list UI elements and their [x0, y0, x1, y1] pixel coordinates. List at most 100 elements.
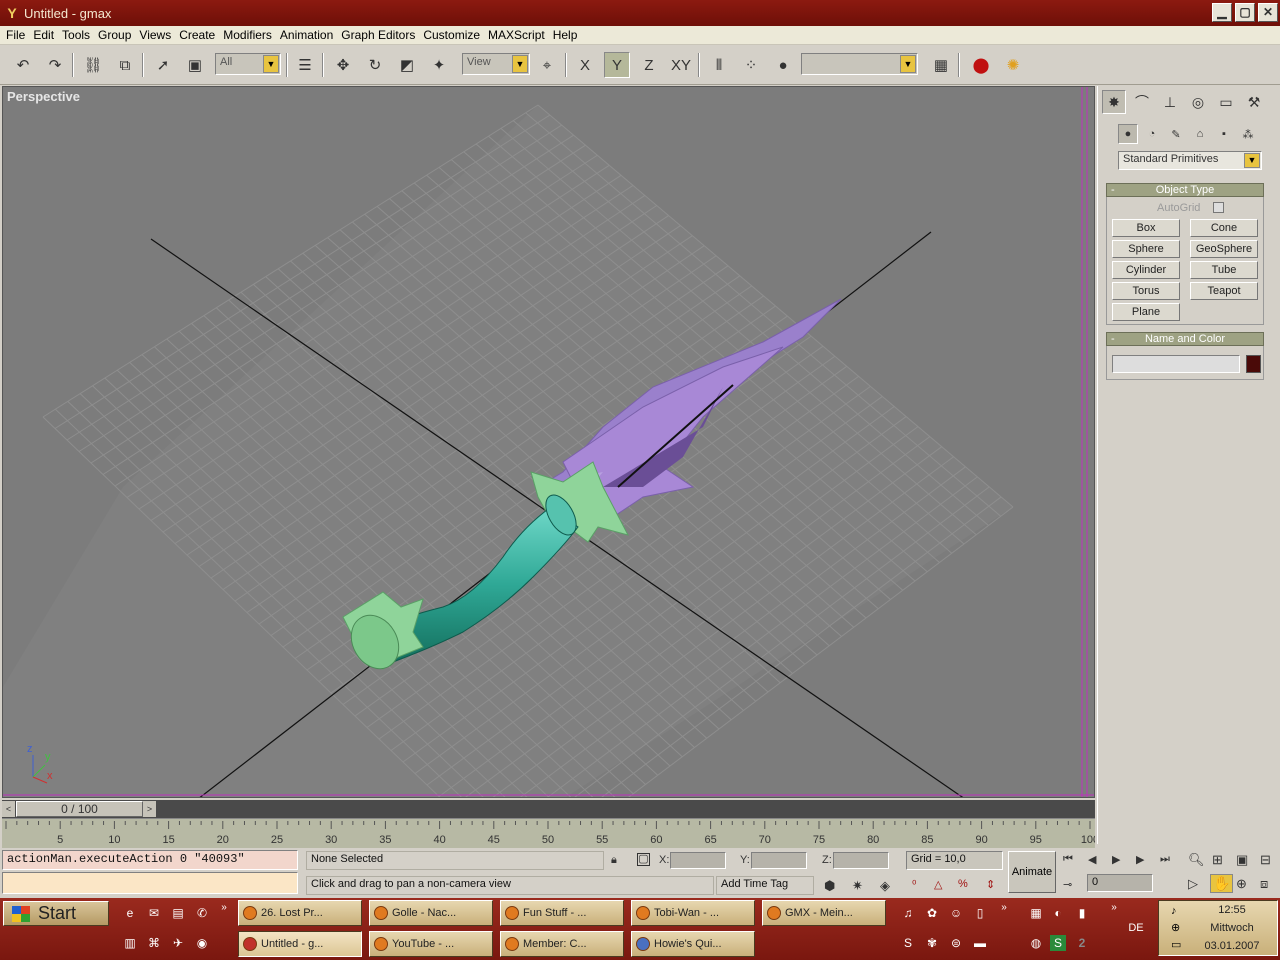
- constraint-y-button[interactable]: Y: [604, 52, 630, 78]
- object-name-field[interactable]: [1112, 355, 1240, 373]
- menu-edit[interactable]: Edit: [29, 28, 58, 42]
- shapes-icon[interactable]: ◔: [1142, 124, 1162, 144]
- zoom-icon[interactable]: 🔍︎: [1188, 852, 1205, 868]
- reference-coordinate-dropdown[interactable]: View ▼: [462, 53, 530, 75]
- taskbar-task[interactable]: Howie's Qui...: [631, 931, 755, 957]
- cone-button[interactable]: Cone: [1190, 219, 1258, 237]
- tray-app-icon[interactable]: ✿: [924, 905, 940, 921]
- select-and-scale-icon[interactable]: ◩: [394, 52, 420, 78]
- tray-app-icon[interactable]: ✾: [924, 935, 940, 951]
- lock-selection-icon[interactable]: 🔒︎: [611, 854, 617, 867]
- autogrid-checkbox[interactable]: [1213, 202, 1224, 213]
- tray-app-icon[interactable]: ▮: [1074, 905, 1090, 921]
- tray-more-icon[interactable]: »: [996, 900, 1012, 916]
- time-slider[interactable]: < 0 / 100 >: [2, 800, 1095, 818]
- sphere-button[interactable]: Sphere: [1112, 240, 1180, 258]
- tray-app-icon[interactable]: ⊜: [948, 935, 964, 951]
- box-button[interactable]: Box: [1112, 219, 1180, 237]
- angle-snap-icon[interactable]: △: [934, 878, 942, 891]
- y-coord-field[interactable]: [751, 852, 807, 869]
- select-and-move-icon[interactable]: ✥: [330, 52, 356, 78]
- pivot-center-icon[interactable]: ⌖: [534, 52, 560, 78]
- quicklaunch-outlook-icon[interactable]: ✉: [146, 905, 162, 921]
- menu-file[interactable]: File: [2, 28, 29, 42]
- constraint-z-button[interactable]: Z: [636, 52, 662, 78]
- go-to-end-icon[interactable]: ⏭: [1160, 853, 1170, 866]
- play-icon[interactable]: ▶: [1112, 853, 1120, 866]
- taskbar-task[interactable]: GMX - Mein...: [762, 900, 886, 926]
- arc-rotate-icon[interactable]: ⊕: [1236, 876, 1247, 892]
- maxscript-listener-input[interactable]: [2, 872, 298, 894]
- tray-skype-icon[interactable]: S: [900, 935, 916, 951]
- zoom-extents-icon[interactable]: ▣: [1236, 852, 1248, 868]
- tray-app-icon[interactable]: ♫: [900, 905, 916, 921]
- tray-app-icon[interactable]: ☺: [948, 905, 964, 921]
- constraint-xy-button[interactable]: XY: [668, 52, 694, 78]
- absolute-mode-icon[interactable]: ▢: [637, 853, 650, 866]
- render-icon[interactable]: ⬤: [968, 52, 994, 78]
- rectangular-selection-icon[interactable]: ▣: [182, 52, 208, 78]
- taskbar-task[interactable]: Fun Stuff - ...: [500, 900, 624, 926]
- field-of-view-icon[interactable]: ▷: [1188, 876, 1198, 892]
- quicklaunch-desktop-icon[interactable]: ▤: [170, 905, 186, 921]
- perspective-viewport[interactable]: Perspective z y x: [2, 86, 1095, 798]
- spinner-snap-icon[interactable]: ⇕: [986, 878, 995, 891]
- current-frame-field[interactable]: 0: [1087, 874, 1153, 892]
- mirror-icon[interactable]: ⫴: [706, 52, 732, 78]
- unlink-selection-icon[interactable]: ⧉: [112, 52, 138, 78]
- lights-icon[interactable]: ✎: [1166, 124, 1186, 144]
- add-time-tag[interactable]: Add Time Tag: [716, 876, 814, 895]
- modify-tab-icon[interactable]: ⌒: [1130, 90, 1154, 114]
- close-button[interactable]: ✕: [1258, 3, 1278, 22]
- align-icon[interactable]: ●: [770, 52, 796, 78]
- utilities-tab-icon[interactable]: ⚒: [1242, 90, 1266, 114]
- geosphere-button[interactable]: GeoSphere: [1190, 240, 1258, 258]
- taskbar-task[interactable]: Member: C...: [500, 931, 624, 957]
- tube-button[interactable]: Tube: [1190, 261, 1258, 279]
- box-mode-icon[interactable]: ◈: [880, 878, 890, 894]
- cylinder-button[interactable]: Cylinder: [1112, 261, 1180, 279]
- tray-app-icon[interactable]: ◍: [1028, 935, 1044, 951]
- x-coord-field[interactable]: [670, 852, 726, 869]
- material-editor-icon[interactable]: ✺: [1000, 52, 1026, 78]
- minimize-button[interactable]: ▁: [1212, 3, 1232, 22]
- select-and-manipulate-icon[interactable]: ✦: [426, 52, 452, 78]
- selection-filter-dropdown[interactable]: All ▼: [215, 53, 281, 75]
- menu-help[interactable]: Help: [549, 28, 582, 42]
- previous-frame-icon[interactable]: <: [2, 801, 15, 817]
- menu-modifiers[interactable]: Modifiers: [219, 28, 276, 42]
- next-frame-icon[interactable]: >: [143, 801, 156, 817]
- track-bar[interactable]: 5 10 15 20 25 30 35 40 45 50 55 60 65 70 75 80 85 90 95 100: [2, 818, 1095, 848]
- tray-app-icon[interactable]: ▦: [1028, 905, 1044, 921]
- quicklaunch-folder-icon[interactable]: ▥: [122, 935, 138, 951]
- percent-snap-icon[interactable]: %: [958, 878, 968, 890]
- teapot-button[interactable]: Teapot: [1190, 282, 1258, 300]
- array-icon[interactable]: ⁘: [738, 52, 764, 78]
- viewport-label[interactable]: Perspective: [7, 89, 80, 104]
- animate-button[interactable]: Animate: [1008, 851, 1056, 893]
- maximize-viewport-icon[interactable]: ⧈: [1260, 876, 1268, 892]
- menu-maxscript[interactable]: MAXScript: [484, 28, 549, 42]
- undo-icon[interactable]: ↶: [10, 52, 36, 78]
- pan-hand-icon[interactable]: ✋: [1210, 874, 1234, 893]
- previous-frame-button-icon[interactable]: ◀: [1088, 853, 1096, 866]
- menu-animation[interactable]: Animation: [276, 28, 337, 42]
- maxscript-listener-output[interactable]: actionMan.executeAction 0 "40093": [2, 850, 298, 870]
- tray-app-icon[interactable]: 2: [1074, 935, 1090, 951]
- menu-views[interactable]: Views: [135, 28, 175, 42]
- quicklaunch-firefox-icon[interactable]: ◉: [194, 935, 210, 951]
- menu-graph-editors[interactable]: Graph Editors: [337, 28, 419, 42]
- quicklaunch-plane-icon[interactable]: ✈: [170, 935, 186, 951]
- redo-icon[interactable]: ↷: [42, 52, 68, 78]
- space-warps-icon[interactable]: ⁂: [1238, 124, 1258, 144]
- category-dropdown[interactable]: Standard Primitives ▼: [1118, 151, 1262, 170]
- tray-more-icon[interactable]: »: [1106, 900, 1122, 916]
- menu-customize[interactable]: Customize: [419, 28, 484, 42]
- object-color-swatch[interactable]: [1246, 355, 1261, 373]
- tray-app-icon[interactable]: ◐: [1050, 905, 1066, 921]
- next-frame-button-icon[interactable]: ▶: [1136, 853, 1144, 866]
- geometry-icon[interactable]: ●: [1118, 124, 1138, 144]
- system-clock[interactable]: ♪ ⊕ ▭ 12:55 Mittwoch 03.01.2007: [1158, 900, 1278, 956]
- hierarchy-tab-icon[interactable]: ⊥: [1158, 90, 1182, 114]
- name-color-rollout-header[interactable]: - Name and Color: [1106, 332, 1264, 346]
